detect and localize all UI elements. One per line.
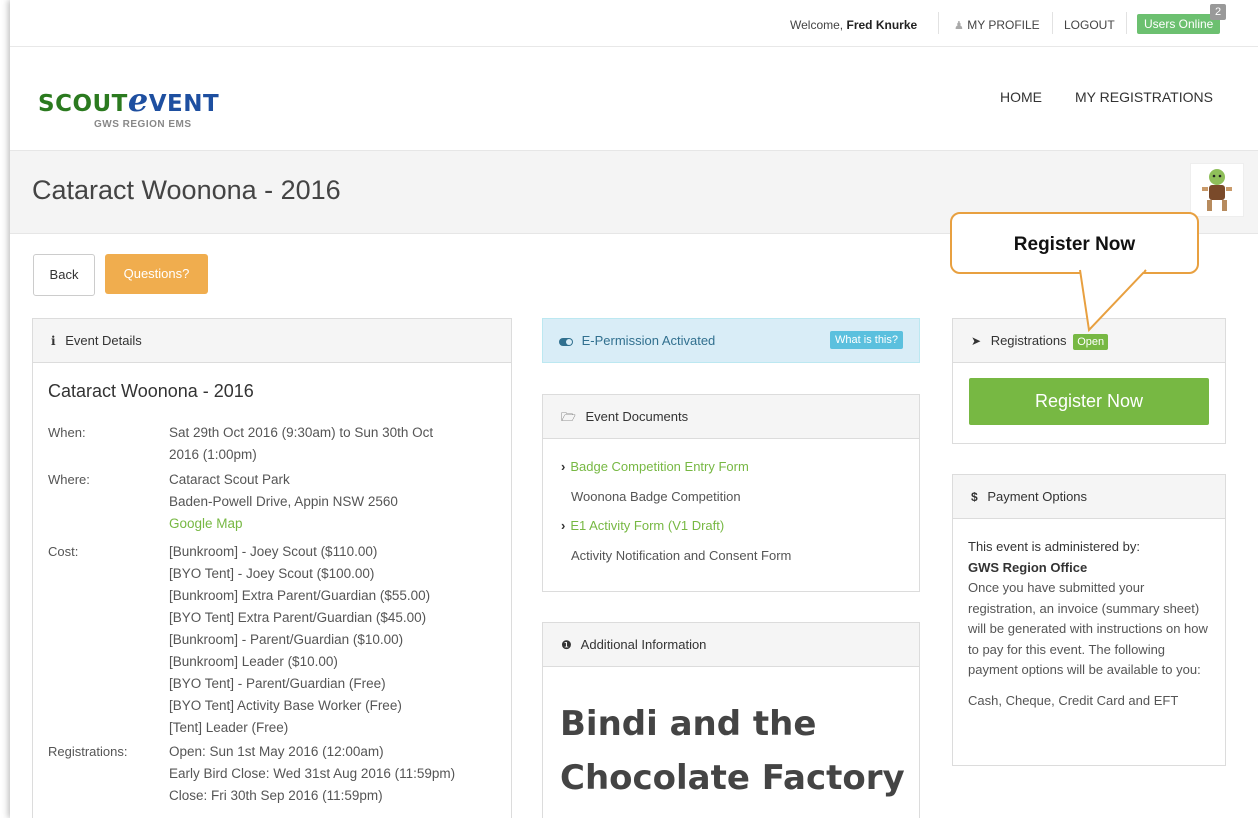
registration-dates: Open: Sun 1st May 2016 (12:00am) Early B… [169, 741, 499, 807]
mascot-icon [1202, 169, 1232, 211]
dollar-icon: $ [971, 490, 978, 504]
cost-item: [BYO Tent] Extra Parent/Guardian ($45.00… [169, 610, 427, 625]
when-label: When: [48, 425, 86, 440]
administering-organisation: GWS Region Office [968, 559, 1088, 575]
logo-e-glyph: e [127, 81, 149, 119]
toggle-on-icon [559, 337, 573, 346]
registrations-header-label: Registrations [990, 333, 1067, 348]
my-profile-label: MY PROFILE [967, 18, 1040, 32]
event-documents-panel: 🗁 Event Documents › Badge Competition Ent… [542, 394, 920, 592]
info-icon: i [51, 334, 56, 348]
where-label: Where: [48, 472, 90, 487]
event-details-header-label: Event Details [65, 333, 142, 348]
logout-link[interactable]: LOGOUT [1064, 18, 1115, 32]
registration-date: Close: Fri 30th Sep 2016 (11:59pm) [169, 788, 383, 803]
cost-item: [BYO Tent] - Joey Scout ($100.00) [169, 566, 375, 581]
payment-details: This event is administered by: GWS Regio… [968, 537, 1214, 711]
chevron-right-icon: › [561, 518, 566, 533]
document-link[interactable]: › Badge Competition Entry Form [561, 459, 749, 474]
nav-home-link[interactable]: HOME [1000, 89, 1042, 105]
user-icon: ♟ [954, 20, 964, 32]
document-link-label: E1 Activity Form (V1 Draft) [570, 518, 725, 533]
top-bar: Welcome, Fred Knurke ♟ MY PROFILE LOGOUT… [10, 0, 1258, 47]
avatar [1190, 163, 1244, 217]
welcome-text: Welcome, Fred Knurke [790, 18, 917, 32]
browser-frame: Welcome, Fred Knurke ♟ MY PROFILE LOGOUT… [10, 0, 1258, 818]
register-now-button[interactable]: Register Now [969, 378, 1209, 425]
cost-label: Cost: [48, 544, 79, 559]
logo-subtitle: GWS REGION EMS [94, 119, 192, 130]
e-permission-alert: E-Permission Activated What is this? [542, 318, 920, 363]
logo-scout-text: SCOUT [38, 91, 128, 117]
when-line: Sat 29th Oct 2016 (9:30am) to Sun 30th O… [169, 425, 434, 440]
document-link[interactable]: › E1 Activity Form (V1 Draft) [561, 518, 724, 533]
heading-line: Bindi and the [560, 704, 817, 744]
registrations-header: ➤ Registrations Open [953, 319, 1225, 363]
document-description: Woonona Badge Competition [571, 489, 741, 504]
additional-information-panel: ❶ Additional Information Bindi and the C… [542, 622, 920, 818]
payment-options-header-label: Payment Options [987, 489, 1088, 504]
administered-by-text: This event is administered by: [968, 539, 1140, 554]
divider [938, 12, 939, 34]
back-button[interactable]: Back [33, 254, 95, 296]
status-badge: Open [1073, 333, 1109, 350]
cost-item: [Bunkroom] Extra Parent/Guardian ($55.00… [169, 588, 431, 603]
additional-information-header-label: Additional Information [580, 637, 707, 652]
payment-instructions: Once you have submitted your registratio… [968, 580, 1208, 677]
my-profile-link[interactable]: ♟ MY PROFILE [954, 18, 1040, 32]
nav-my-registrations-link[interactable]: MY REGISTRATIONS [1075, 89, 1213, 105]
what-is-this-button[interactable]: What is this? [830, 331, 903, 349]
where-line: Baden-Powell Drive, Appin NSW 2560 [169, 494, 398, 509]
registrations-panel: ➤ Registrations Open Register Now [952, 318, 1226, 444]
document-description: Activity Notification and Consent Form [571, 548, 792, 563]
questions-button[interactable]: Questions? [105, 254, 208, 294]
event-details-header: i Event Details [33, 319, 511, 363]
google-map-link[interactable]: Google Map [169, 513, 499, 535]
cost-item: [BYO Tent] - Parent/Guardian (Free) [169, 676, 386, 691]
additional-information-heading: Bindi and the Chocolate Factory [560, 697, 905, 805]
document-link-label: Badge Competition Entry Form [570, 459, 749, 474]
user-name: Fred Knurke [846, 18, 918, 32]
register-now-callout: Register Now [950, 212, 1199, 274]
additional-information-header: ❶ Additional Information [543, 623, 919, 667]
logo-vent-text: VENT [148, 91, 220, 117]
cost-item: [Bunkroom] - Parent/Guardian ($10.00) [169, 632, 404, 647]
where-value: Cataract Scout Park Baden-Powell Drive, … [169, 469, 499, 535]
event-documents-header: 🗁 Event Documents [543, 395, 919, 439]
divider [1052, 12, 1053, 34]
site-header: SCOUTeVENT GWS REGION EMS HOME MY REGIST… [10, 47, 1258, 150]
heading-line: Chocolate Factory [560, 758, 905, 798]
welcome-prefix: Welcome, [790, 18, 844, 32]
arrow-circle-right-icon: ➤ [971, 334, 982, 348]
cost-item: [BYO Tent] Activity Base Worker (Free) [169, 698, 402, 713]
payment-methods: Cash, Cheque, Credit Card and EFT [968, 692, 1179, 708]
cost-item: [Bunkroom] - Joey Scout ($110.00) [169, 544, 378, 559]
e-permission-label: E-Permission Activated [581, 333, 716, 348]
info-circle-icon: ❶ [561, 638, 572, 652]
cost-item: [Bunkroom] Leader ($10.00) [169, 654, 338, 669]
when-value: Sat 29th Oct 2016 (9:30am) to Sun 30th O… [169, 422, 499, 466]
registration-date: Open: Sun 1st May 2016 (12:00am) [169, 744, 384, 759]
event-documents-header-label: Event Documents [585, 409, 689, 424]
where-line: Cataract Scout Park [169, 472, 290, 487]
payment-options-header: $ Payment Options [953, 475, 1225, 519]
scoutevent-logo[interactable]: SCOUTeVENT [38, 81, 219, 119]
when-line: 2016 (1:00pm) [169, 447, 257, 462]
registration-date: Early Bird Close: Wed 31st Aug 2016 (11:… [169, 766, 456, 781]
chevron-right-icon: › [561, 459, 566, 474]
cost-item: [Tent] Leader (Free) [169, 720, 289, 735]
event-title: Cataract Woonona - 2016 [48, 381, 254, 401]
cost-list: [Bunkroom] - Joey Scout ($110.00) [BYO T… [169, 541, 499, 739]
event-details-panel: i Event Details Cataract Woonona - 2016 … [32, 318, 512, 818]
divider [1126, 12, 1127, 34]
users-online-count-badge: 2 [1210, 4, 1226, 20]
users-online-button[interactable]: Users Online [1137, 14, 1221, 34]
registrations-label: Registrations: [48, 744, 128, 759]
payment-options-panel: $ Payment Options This event is administ… [952, 474, 1226, 766]
page-title: Cataract Woonona - 2016 [32, 175, 341, 205]
folder-open-icon: 🗁 [561, 410, 576, 424]
